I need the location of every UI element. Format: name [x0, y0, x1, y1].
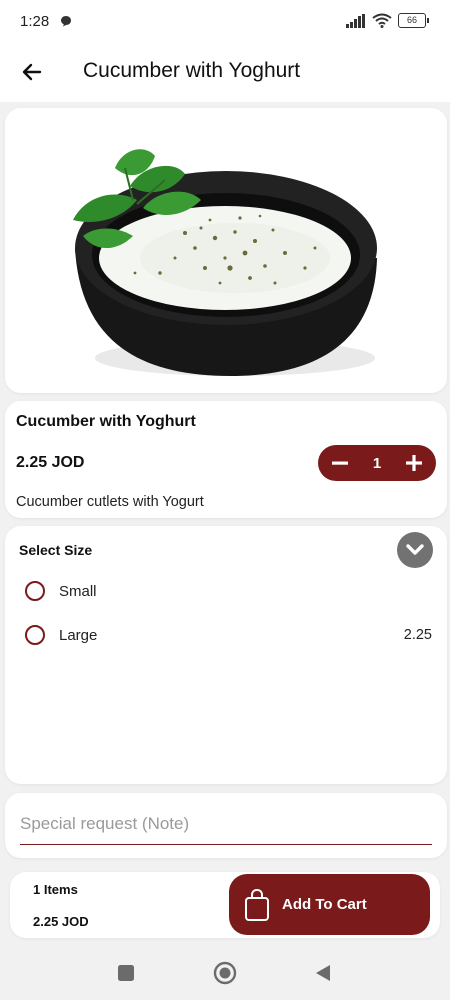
increase-quantity-button[interactable] — [402, 451, 426, 475]
total-price: 2.25 JOD — [33, 914, 89, 929]
triangle-back-icon — [316, 965, 330, 981]
status-icons: 66 — [346, 13, 429, 28]
product-price: 2.25 JOD — [16, 454, 85, 471]
square-icon — [118, 965, 134, 981]
system-back-button[interactable] — [310, 960, 336, 986]
note-card — [5, 793, 447, 858]
collapse-size-button[interactable] — [397, 532, 433, 568]
size-selection-card: Select Size Small Large 2.25 — [5, 526, 447, 784]
size-option-label: Small — [59, 582, 97, 600]
quantity-value: 1 — [372, 454, 382, 472]
home-circle-icon — [213, 961, 237, 985]
signal-icon — [346, 13, 365, 28]
status-time: 1:28 — [20, 13, 50, 30]
app-bar: Cucumber with Yoghurt — [0, 44, 450, 102]
special-request-input[interactable] — [20, 807, 432, 845]
chevron-down-icon — [406, 544, 424, 555]
system-nav-bar — [0, 946, 450, 1000]
status-bar: 1:28 66 — [0, 0, 450, 44]
page-title: Cucumber with Yoghurt — [83, 59, 301, 82]
add-to-cart-label: Add To Cart — [282, 896, 367, 913]
size-option-price: 2.25 — [403, 627, 432, 643]
add-to-cart-button[interactable]: Add To Cart — [229, 874, 430, 935]
quantity-stepper: 1 — [318, 445, 436, 481]
shopping-bag-icon — [245, 888, 269, 921]
decrease-quantity-button[interactable] — [328, 451, 352, 475]
size-option-small[interactable]: Small — [25, 576, 435, 606]
recent-apps-button[interactable] — [113, 960, 139, 986]
product-info-card: Cucumber with Yoghurt 2.25 JOD 1 Cucumbe… — [5, 401, 447, 518]
items-count: 1 Items — [33, 882, 78, 897]
product-description: Cucumber cutlets with Yogurt — [16, 494, 204, 510]
size-option-large[interactable]: Large 2.25 — [25, 620, 435, 650]
product-name: Cucumber with Yoghurt — [16, 413, 196, 430]
product-image-card — [5, 108, 447, 393]
radio-button[interactable] — [25, 625, 45, 645]
product-image — [5, 108, 447, 393]
size-option-label: Large — [59, 626, 98, 644]
radio-button[interactable] — [25, 581, 45, 601]
chat-notification-icon — [61, 16, 71, 27]
back-arrow-icon[interactable] — [18, 58, 46, 86]
wifi-icon — [372, 13, 392, 28]
battery-icon: 66 — [398, 13, 429, 28]
plus-icon — [406, 455, 422, 471]
size-section-title: Select Size — [19, 542, 93, 558]
minus-icon — [332, 461, 348, 465]
home-button[interactable] — [212, 960, 238, 986]
